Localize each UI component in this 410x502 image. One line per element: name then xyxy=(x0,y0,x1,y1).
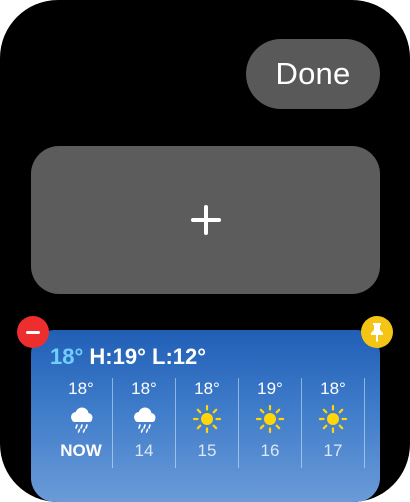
forecast-item: 19° 16 xyxy=(239,378,302,468)
hourly-forecast: 18° NOW 18° 14 18° 15 19° 16 18° 17 xyxy=(50,378,380,468)
rain-cloud-icon xyxy=(71,407,93,433)
rain-cloud-icon xyxy=(134,407,156,433)
current-temperature: 18° xyxy=(50,344,84,369)
weather-widget[interactable]: 18° H:19° L:12° 18° NOW 18° 14 18° 15 19… xyxy=(31,330,380,502)
forecast-temp: 18° xyxy=(320,379,346,398)
pin-widget-button[interactable] xyxy=(361,316,393,348)
done-button-label: Done xyxy=(275,56,351,91)
current-conditions: 18° H:19° L:12° xyxy=(50,344,206,370)
forecast-item: 18° 17 xyxy=(302,378,365,468)
minus-circle-icon xyxy=(26,330,40,334)
forecast-label: 15 xyxy=(197,441,217,460)
forecast-temp: 18° xyxy=(131,379,157,398)
forecast-label: 17 xyxy=(323,441,343,460)
done-button[interactable]: Done xyxy=(246,39,380,109)
forecast-temp: 18° xyxy=(68,379,94,398)
forecast-item: 18° 14 xyxy=(113,378,176,468)
pin-icon xyxy=(371,323,383,342)
plus-icon xyxy=(190,205,221,235)
forecast-label: NOW xyxy=(60,441,102,460)
sun-icon xyxy=(318,404,348,434)
forecast-item: 18° 15 xyxy=(176,378,239,468)
sun-icon xyxy=(192,404,222,434)
sun-icon xyxy=(255,404,285,434)
forecast-temp: 18° xyxy=(194,379,220,398)
forecast-item: 18° NOW xyxy=(50,378,113,468)
high-low-temperature: H:19° L:12° xyxy=(89,344,207,369)
add-widget-button[interactable] xyxy=(31,146,380,294)
forecast-label: 14 xyxy=(134,441,154,460)
forecast-temp: 19° xyxy=(257,379,283,398)
forecast-label: 16 xyxy=(260,441,280,460)
watch-screen: Done 18° H:19° L:12° 18° NOW 18° 14 18° … xyxy=(0,0,410,502)
remove-widget-button[interactable] xyxy=(17,316,49,348)
